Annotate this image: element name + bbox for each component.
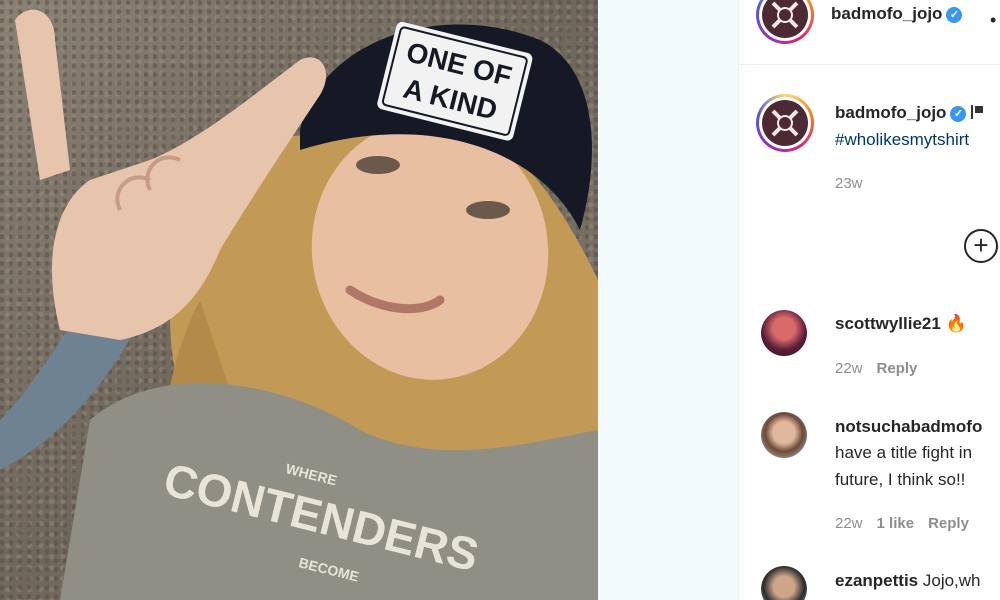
caption-hashtag[interactable]: #wholikesmytshirt <box>835 130 969 150</box>
flag-icon <box>971 105 984 119</box>
post-photo[interactable]: ONE OF A KIND CONTENDERS WHERE BECOME <box>0 0 598 600</box>
more-options-icon[interactable]: • <box>990 10 996 31</box>
caption-age: 23w <box>835 175 863 192</box>
caption-username-text[interactable]: badmofo_jojo <box>835 103 946 122</box>
photo-illustration: ONE OF A KIND CONTENDERS WHERE BECOME <box>0 9 598 600</box>
comment-username[interactable]: notsuchabadmofo <box>835 417 982 437</box>
comment-username[interactable]: scottwyllie21 🔥 <box>835 314 967 334</box>
comment-avatar[interactable] <box>761 412 807 458</box>
comment-meta: 22w 1 like Reply <box>835 515 969 532</box>
comment-likes[interactable]: 1 like <box>877 515 915 532</box>
comment-avatar[interactable] <box>761 310 807 356</box>
reply-button[interactable]: Reply <box>877 360 918 377</box>
fire-emoji: 🔥 <box>945 314 967 333</box>
header-username[interactable]: badmofo_jojo ✓ <box>831 4 963 24</box>
reply-button[interactable]: Reply <box>928 515 969 532</box>
caption-avatar[interactable] <box>756 94 814 152</box>
verified-badge-icon: ✓ <box>946 7 963 23</box>
profile-logo-icon <box>771 109 799 137</box>
verified-badge-icon: ✓ <box>950 106 967 122</box>
plus-circle-icon[interactable]: + <box>964 229 998 263</box>
comment-age: 22w <box>835 515 863 532</box>
post-side-panel <box>738 0 1000 600</box>
caption-username[interactable]: badmofo_jojo ✓ <box>835 103 984 123</box>
comment-text: have a title fight in future, I think so… <box>835 439 972 493</box>
backdrop-strip <box>598 0 738 600</box>
header-divider <box>738 64 1000 65</box>
comment-age: 22w <box>835 360 863 377</box>
comment-text-line: future, I think so!! <box>835 470 966 489</box>
header-username-text[interactable]: badmofo_jojo <box>831 4 942 23</box>
comment-meta: 22w Reply <box>835 360 917 377</box>
profile-logo-icon <box>771 1 799 29</box>
comment-username-text[interactable]: ezanpettis <box>835 571 918 590</box>
comment-username-text[interactable]: scottwyllie21 <box>835 314 941 333</box>
comment-username[interactable]: ezanpettis Jojo,wh <box>835 571 981 591</box>
comment-text: Jojo,wh <box>922 571 981 590</box>
comment-text-line: have a title fight in <box>835 443 973 462</box>
